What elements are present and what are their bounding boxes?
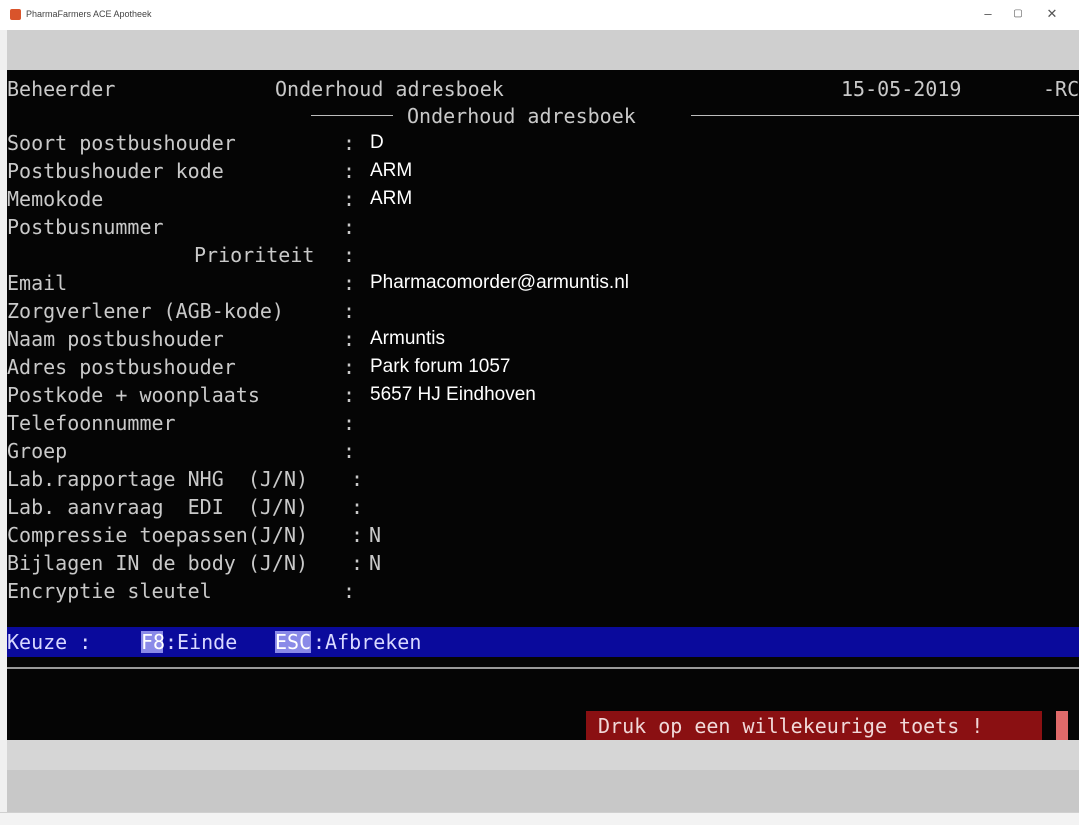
field-colon: : — [351, 495, 364, 519]
app-icon — [10, 9, 21, 20]
page-subtitle: Onderhoud adresboek — [407, 104, 636, 128]
field-colon: : — [343, 243, 356, 267]
label-email: Email — [7, 271, 68, 295]
header-screen-title: Onderhoud adresboek — [275, 77, 504, 101]
field-colon: : — [351, 551, 364, 575]
header-cut-text: -RC — [1043, 77, 1079, 101]
label-lab-rapportage: Lab.rapportage NHG (J/N) — [7, 467, 309, 491]
header-user: Beheerder — [7, 77, 116, 101]
value-compressie[interactable]: N — [369, 522, 381, 548]
field-colon: : — [351, 467, 364, 491]
label-lab-aanvraag: Lab. aanvraag EDI (J/N) — [7, 495, 309, 519]
field-colon: : — [343, 159, 356, 183]
field-colon: : — [343, 439, 356, 463]
field-colon: : — [343, 355, 356, 379]
field-colon: : — [351, 523, 364, 547]
field-colon: : — [343, 327, 356, 351]
minimize-button[interactable]: – — [976, 4, 1000, 24]
value-naam-postbushouder[interactable]: Armuntis — [370, 326, 445, 352]
esc-key[interactable]: ESC — [275, 629, 311, 655]
window-title: PharmaFarmers ACE Apotheek — [26, 9, 152, 19]
field-colon: : — [343, 411, 356, 435]
value-memokode[interactable]: ARM — [370, 186, 412, 212]
field-colon: : — [343, 383, 356, 407]
value-adres-postbushouder[interactable]: Park forum 1057 — [370, 354, 510, 380]
field-colon: : — [343, 131, 356, 155]
maximize-button[interactable]: ▢ — [1006, 4, 1030, 24]
press-any-key-prompt[interactable]: Druk op een willekeurige toets ! — [586, 711, 1042, 740]
value-postkode-woonplaats[interactable]: 5657 HJ Eindhoven — [370, 382, 536, 408]
field-colon: : — [343, 215, 356, 239]
label-naam-postbushouder: Naam postbushouder — [7, 327, 224, 351]
field-colon: : — [343, 299, 356, 323]
label-zorgverlener: Zorgverlener (AGB-kode) — [7, 299, 284, 323]
bottom-panel — [7, 740, 1079, 770]
label-prioriteit: Prioriteit — [194, 243, 315, 267]
field-colon: : — [343, 579, 356, 603]
value-soort-postbushouder[interactable]: D — [370, 130, 384, 156]
terminal-screen[interactable]: Beheerder Onderhoud adresboek 15-05-2019… — [7, 70, 1079, 740]
f8-key[interactable]: F8 — [141, 629, 165, 655]
label-telefoonnummer: Telefoonnummer — [7, 411, 176, 435]
esc-afbreken-action[interactable]: :Afbreken — [313, 629, 421, 655]
value-bijlagen[interactable]: N — [369, 550, 381, 576]
toolbar-strip — [7, 30, 1079, 70]
value-postbushouder-kode[interactable]: ARM — [370, 158, 412, 184]
header-date: 15-05-2019 — [841, 77, 962, 101]
value-email[interactable]: Pharmacomorder@armuntis.nl — [370, 270, 629, 296]
label-memokode: Memokode — [7, 187, 104, 211]
label-postkode-woonplaats: Postkode + woonplaats — [7, 383, 260, 407]
f8-einde-action[interactable]: :Einde — [165, 629, 237, 655]
label-compressie: Compressie toepassen(J/N) — [7, 523, 309, 547]
label-postbusnummer: Postbusnummer — [7, 215, 164, 239]
field-colon: : — [343, 271, 356, 295]
label-adres-postbushouder: Adres postbushouder — [7, 355, 236, 379]
separator-line — [7, 667, 1079, 669]
keuze-bar: Keuze : F8 :Einde ESC :Afbreken — [7, 627, 1079, 657]
label-bijlagen: Bijlagen IN de body (J/N) — [7, 551, 309, 575]
keuze-label: Keuze : — [7, 630, 92, 654]
subtitle-rule-left — [311, 115, 393, 116]
label-postbushouder-kode: Postbushouder kode — [7, 159, 224, 183]
text-cursor — [1056, 711, 1068, 740]
subtitle-rule-right — [691, 115, 1079, 116]
prompt-text: Druk op een willekeurige toets ! — [598, 714, 984, 738]
field-colon: : — [343, 187, 356, 211]
label-encryptie-sleutel: Encryptie sleutel — [7, 579, 212, 603]
close-button[interactable]: ✕ — [1040, 4, 1064, 24]
label-soort-postbushouder: Soort postbushouder — [7, 131, 236, 155]
status-bar — [0, 812, 1079, 825]
label-groep: Groep — [7, 439, 68, 463]
window-titlebar: PharmaFarmers ACE Apotheek – ▢ ✕ — [0, 0, 1079, 30]
bottom-panel-lower — [7, 770, 1079, 812]
